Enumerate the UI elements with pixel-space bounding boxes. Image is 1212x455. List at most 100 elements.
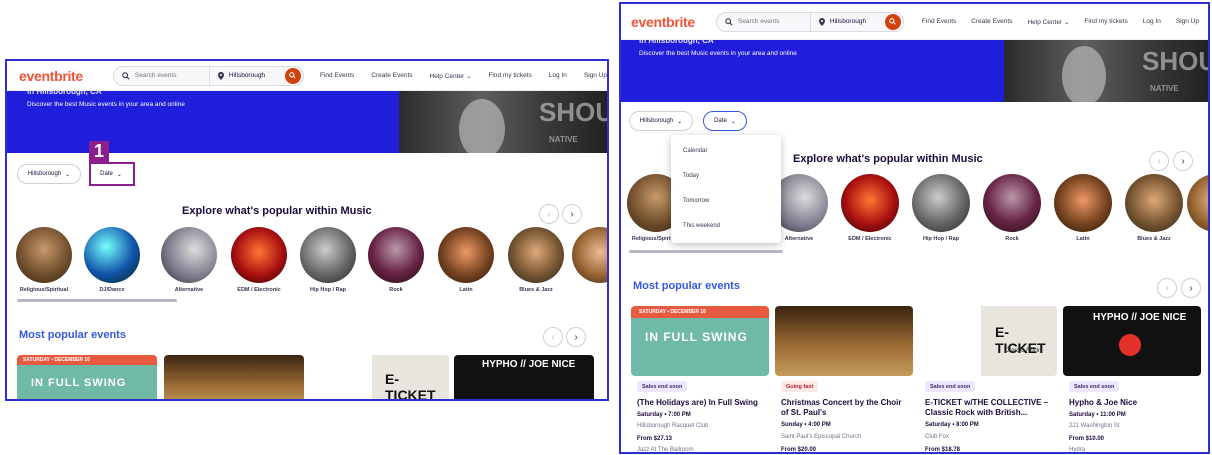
event-image-text: E-TICKET: [385, 371, 436, 401]
event-price: From $10.00: [1069, 436, 1105, 442]
nav-links: Find Events Create Events Help Center ⌄ …: [922, 18, 1199, 26]
events-scroll-left[interactable]: ‹: [543, 327, 563, 347]
nav-sign-up[interactable]: Sign Up: [1176, 18, 1199, 25]
category-label: Rock: [389, 287, 403, 293]
date-option-today[interactable]: Today: [671, 163, 781, 188]
category-rock[interactable]: Rock: [361, 227, 431, 293]
category-scrollbar[interactable]: [629, 250, 783, 253]
events-scroll-right[interactable]: ›: [566, 327, 586, 347]
event-card-image[interactable]: SATURDAY • DECEMBER 16 IN FULL SWING: [17, 355, 157, 399]
search-button[interactable]: [284, 67, 301, 84]
nav-find-tickets[interactable]: Find my tickets: [1084, 18, 1127, 25]
category-image: [841, 174, 899, 232]
events-scroll-left[interactable]: ‹: [1157, 278, 1177, 298]
nav-find-tickets[interactable]: Find my tickets: [488, 72, 531, 79]
date-filter-label: Date: [714, 118, 727, 124]
nav-find-events[interactable]: Find Events: [320, 72, 354, 79]
category-image: [1054, 174, 1112, 232]
scroll-right-button[interactable]: ›: [1173, 151, 1193, 171]
category-dj-dance[interactable]: DJ/Dance: [77, 227, 147, 293]
event-organizer: Jazz At The Ballroom: [637, 447, 694, 453]
nav-help-center[interactable]: Help Center ⌄: [430, 72, 472, 80]
nav-find-events[interactable]: Find Events: [922, 18, 956, 25]
nav-help-center[interactable]: Help Center ⌄: [1027, 18, 1069, 26]
event-badge: Sales end soon: [637, 381, 688, 392]
category-religious[interactable]: Religious/Spiritual: [9, 227, 79, 293]
location-filter-label: Hillsborough: [27, 171, 62, 177]
event-title[interactable]: (The Holidays are) In Full Swing: [637, 398, 771, 408]
event-card-image[interactable]: E-TICKET Classic Rock: [919, 306, 1057, 376]
category-label: Blues & Jazz: [1137, 236, 1171, 242]
category-scrollbar[interactable]: [17, 299, 177, 302]
location-input[interactable]: Hillsborough: [210, 67, 285, 85]
event-title-line-2[interactable]: Classic Rock with British...: [925, 408, 1063, 418]
category-alternative[interactable]: Alternative: [154, 227, 224, 293]
category-more[interactable]: [572, 227, 607, 283]
event-image-text: HYPHO // JOE NICE: [482, 359, 576, 370]
hero-subtitle: Discover the best Music events in your a…: [27, 101, 185, 108]
scroll-left-button[interactable]: ‹: [1149, 151, 1169, 171]
location-filter[interactable]: Hillsborough ⌄: [629, 111, 693, 131]
nav-links: Find Events Create Events Help Center ⌄ …: [320, 72, 607, 80]
location-filter[interactable]: Hillsborough ⌄: [17, 164, 81, 184]
top-nav: eventbrite Search events Hillsborough Fi…: [621, 4, 1208, 40]
search-input[interactable]: Search events: [717, 12, 811, 31]
search-input[interactable]: Search events: [114, 66, 210, 85]
search-bar: Search events Hillsborough: [112, 65, 304, 86]
date-option-tomorrow[interactable]: Tomorrow: [671, 188, 781, 213]
scroll-right-button[interactable]: ›: [562, 204, 582, 224]
search-placeholder: Search events: [134, 72, 177, 79]
nav-create-events[interactable]: Create Events: [971, 18, 1012, 25]
category-latin[interactable]: Latin: [431, 227, 501, 293]
event-card-image[interactable]: HYPHO // JOE NICE: [1063, 306, 1201, 376]
event-card-image[interactable]: [775, 306, 913, 376]
event-card-image[interactable]: HYPHO // JOE NICE: [454, 355, 594, 399]
category-image: [983, 174, 1041, 232]
category-rock[interactable]: Rock: [977, 174, 1047, 242]
category-label: EDM / Electronic: [848, 236, 892, 242]
nav-create-events[interactable]: Create Events: [371, 72, 412, 79]
date-filter[interactable]: Date ⌄: [703, 111, 747, 131]
nav-log-in[interactable]: Log In: [1143, 18, 1161, 25]
event-title[interactable]: Christmas Concert by the Choir: [781, 398, 917, 408]
events-scroll-right[interactable]: ›: [1181, 278, 1201, 298]
location-input[interactable]: Hillsborough: [811, 13, 885, 31]
category-hiphop[interactable]: Hip Hop / Rap: [906, 174, 976, 242]
eventbrite-logo[interactable]: eventbrite: [19, 68, 83, 84]
date-dropdown-menu: Calendar Today Tomorrow This weekend: [671, 135, 781, 243]
scroll-left-button[interactable]: ‹: [539, 204, 559, 224]
date-option-this-weekend[interactable]: This weekend: [671, 213, 781, 238]
event-date: Sunday • 4:00 PM: [781, 422, 831, 428]
category-image: [508, 227, 564, 283]
search-button[interactable]: [884, 13, 901, 30]
event-card-image[interactable]: SATURDAY • DECEMBER 16 IN FULL SWING: [631, 306, 769, 376]
event-price: From $18.78: [925, 447, 961, 453]
event-image-text: HYPHO // JOE NICE: [1093, 312, 1187, 323]
date-option-calendar[interactable]: Calendar: [671, 138, 781, 163]
category-hiphop[interactable]: Hip Hop / Rap: [293, 227, 363, 293]
event-title-line-2[interactable]: of St. Paul's: [781, 408, 917, 418]
category-label: Rock: [1005, 236, 1019, 242]
category-edm[interactable]: EDM / Electronic: [224, 227, 294, 293]
category-edm[interactable]: EDM / Electronic: [835, 174, 905, 242]
category-label: EDM / Electronic: [237, 287, 281, 293]
eventbrite-logo[interactable]: eventbrite: [631, 14, 695, 30]
search-icon: [725, 17, 733, 26]
category-latin[interactable]: Latin: [1048, 174, 1118, 242]
event-image-text: SATURDAY • DECEMBER 16: [23, 357, 90, 363]
category-blues-jazz[interactable]: Blues & Jazz: [501, 227, 571, 293]
event-badge: Going fast: [781, 381, 819, 392]
category-blues-jazz[interactable]: Blues & Jazz: [1119, 174, 1189, 242]
event-card-image[interactable]: [164, 355, 304, 399]
category-more[interactable]: [1187, 174, 1208, 232]
nav-help-center-label: Help Center: [429, 72, 465, 80]
event-title[interactable]: Hypho & Joe Nice: [1069, 398, 1205, 408]
location-filter-label: Hillsborough: [639, 118, 674, 124]
chevron-down-icon: ⌄: [730, 118, 736, 125]
nav-log-in[interactable]: Log In: [549, 72, 567, 79]
search-placeholder: Search events: [737, 18, 780, 25]
category-image: [161, 227, 217, 283]
event-card-image[interactable]: E-TICKET: [309, 355, 449, 401]
nav-sign-up[interactable]: Sign Up: [584, 72, 607, 79]
event-title[interactable]: E-TICKET w/THE COLLECTIVE –: [925, 398, 1063, 408]
